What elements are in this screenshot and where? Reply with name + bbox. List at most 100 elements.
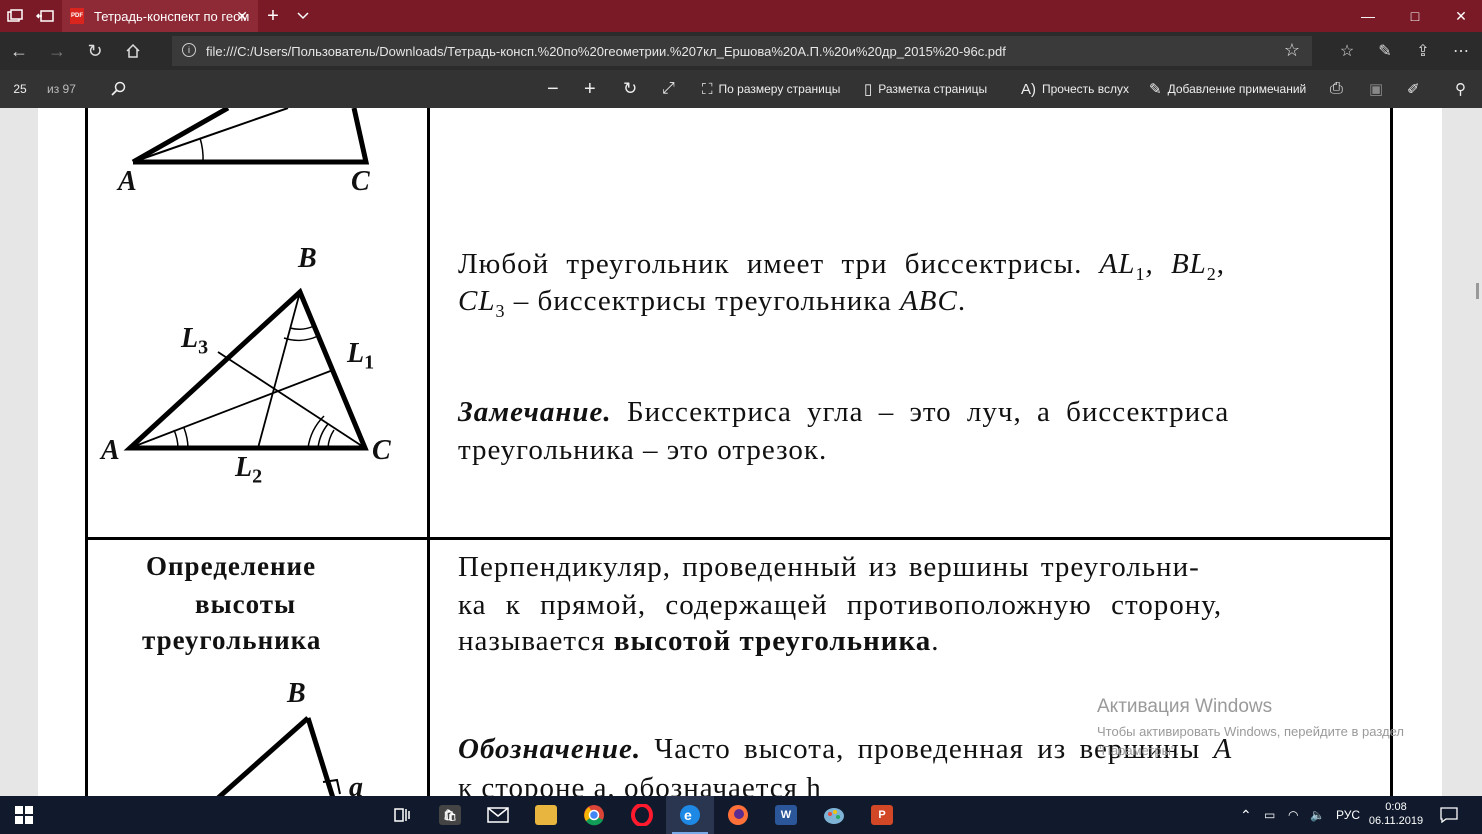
clock-time: 0:08 xyxy=(1385,801,1407,813)
table-right-border xyxy=(1390,108,1393,796)
print-icon[interactable]: ⎙ xyxy=(1330,70,1343,108)
tab-title: Тетрадь-конспект по геом xyxy=(94,8,250,24)
pen-icon: ✎ xyxy=(1149,81,1162,98)
vertex-label-b: B xyxy=(298,243,317,274)
address-bar[interactable]: i file:///C:/Users/Пользователь/Download… xyxy=(172,36,1312,66)
paint-icon[interactable] xyxy=(810,796,858,834)
tab-preview-chevron-icon[interactable] xyxy=(288,0,318,32)
save-icon[interactable]: ▣ xyxy=(1369,70,1383,108)
more-icon[interactable]: ⋯ xyxy=(1442,32,1480,70)
store-icon[interactable]: 🛍 xyxy=(426,796,474,834)
remark-line1: Замечание. Биссектриса угла – это луч, а… xyxy=(458,396,1230,428)
file-explorer-icon[interactable] xyxy=(522,796,570,834)
clock-date: 06.11.2019 xyxy=(1368,815,1424,827)
fullscreen-icon[interactable]: ⤢ xyxy=(662,70,675,108)
back-arrow-icon[interactable]: ← xyxy=(0,32,38,70)
notifications-icon[interactable] xyxy=(1440,796,1458,834)
height-def-title-1: Определение xyxy=(146,551,317,581)
opera-icon[interactable] xyxy=(618,796,666,834)
notes-pen-icon[interactable]: ✎ xyxy=(1366,32,1404,70)
start-button[interactable] xyxy=(0,796,48,834)
activation-watermark-title: Активация Windows xyxy=(1097,696,1273,717)
close-tab-icon[interactable]: ✕ xyxy=(236,8,248,25)
set-tabs-aside-icon[interactable] xyxy=(30,0,60,32)
point-label-l1: L1 xyxy=(347,338,375,374)
rotate-icon[interactable]: ↻ xyxy=(623,70,637,108)
read-aloud-label: Прочесть вслух xyxy=(1042,82,1129,96)
notation-title: Обозначение. xyxy=(458,733,642,765)
page-layout-label: Разметка страницы xyxy=(878,82,988,96)
powerpoint-app-icon[interactable]: P xyxy=(858,796,906,834)
pdf-page: A C B A C L3 L1 L2 Любой треугольник име… xyxy=(38,108,1442,796)
taskbar: 🛍 e W P ⌃ ▭ ◠ 🔈 РУС 0:08 06.11.2019 xyxy=(0,796,1482,834)
height-def-line3: называется высотой треугольника. xyxy=(458,625,940,657)
vertex-label-c-top: C xyxy=(351,166,370,197)
tray-chevron-icon[interactable]: ⌃ xyxy=(1240,796,1252,834)
zoom-out-icon[interactable]: − xyxy=(547,70,559,108)
page-layout-icon: ▯ xyxy=(864,81,873,98)
point-label-l2: L2 xyxy=(235,452,263,488)
remark-title: Замечание. xyxy=(458,396,612,428)
tab-active[interactable]: PDF Тетрадь-конспект по геом ✕ xyxy=(62,0,258,32)
powerpoint-app-label: P xyxy=(871,805,893,825)
scrollbar-thumb[interactable] xyxy=(1476,283,1479,299)
point-label-l3: L3 xyxy=(181,323,209,359)
chrome-icon[interactable] xyxy=(570,796,618,834)
height-def-title-2: высоты xyxy=(195,589,297,619)
battery-icon[interactable]: ▭ xyxy=(1264,796,1275,834)
favorite-star-icon[interactable]: ☆ xyxy=(1284,40,1300,61)
forward-arrow-icon[interactable]: → xyxy=(38,32,76,70)
edge-icon[interactable]: e xyxy=(666,796,714,834)
volume-icon[interactable]: 🔈 xyxy=(1310,796,1325,834)
maximize-button[interactable]: □ xyxy=(1392,0,1438,32)
pin-toolbar-icon[interactable]: ⚲ xyxy=(1455,70,1466,108)
notation-line2: к стороне a, обозначается h xyxy=(458,772,822,796)
read-aloud-button[interactable]: A) Прочесть вслух xyxy=(1021,70,1129,108)
title-bar: PDF Тетрадь-конспект по геом ✕ + — □ ✕ xyxy=(0,0,1482,32)
pdf-icon: PDF xyxy=(70,8,84,24)
vertex-label-a: A xyxy=(101,435,120,466)
close-button[interactable]: ✕ xyxy=(1438,0,1482,32)
home-icon[interactable] xyxy=(114,32,152,70)
fit-page-label: По размеру страницы xyxy=(718,82,841,96)
add-notes-button[interactable]: ✎ Добавление примечаний xyxy=(1149,70,1306,108)
wifi-icon[interactable]: ◠ xyxy=(1288,796,1298,834)
save-as-icon[interactable]: ✐ xyxy=(1407,70,1420,108)
page-layout-button[interactable]: ▯ Разметка страницы xyxy=(864,70,987,108)
minimize-button[interactable]: — xyxy=(1345,0,1391,32)
search-icon[interactable] xyxy=(110,70,126,108)
page-number-input[interactable]: 25 xyxy=(6,70,34,108)
height-vertex-label-b: B xyxy=(287,678,306,709)
pdf-viewer[interactable]: A C B A C L3 L1 L2 Любой треугольник име… xyxy=(0,108,1482,796)
navigation-bar: ← → ↻ i file:///C:/Users/Пользователь/Do… xyxy=(0,32,1482,70)
clock[interactable]: 0:08 06.11.2019 xyxy=(1366,800,1426,828)
info-icon[interactable]: i xyxy=(182,43,196,57)
word-app-label: W xyxy=(775,805,797,825)
mail-icon[interactable] xyxy=(474,796,522,834)
vertex-label-c: C xyxy=(372,435,391,466)
table-left-border xyxy=(85,108,88,796)
new-tab-icon[interactable]: + xyxy=(258,0,288,32)
firefox-icon[interactable] xyxy=(714,796,762,834)
url-text: file:///C:/Users/Пользователь/Downloads/… xyxy=(206,43,1006,59)
partial-triangle-figure xyxy=(131,108,370,165)
language-indicator[interactable]: РУС xyxy=(1336,796,1360,834)
table-middle-border xyxy=(427,108,430,796)
bisector-text-line1: Любой треугольник имеет три биссектрисы.… xyxy=(458,248,1226,284)
word-app-icon[interactable]: W xyxy=(762,796,810,834)
read-aloud-icon: A) xyxy=(1021,80,1036,98)
zoom-in-icon[interactable]: + xyxy=(584,70,596,108)
height-side-label-a: a xyxy=(349,772,363,796)
tab-actions-icon[interactable] xyxy=(0,0,30,32)
remark-line2: треугольника – это отрезок. xyxy=(458,434,828,466)
height-def-line2: ка к прямой, содержащей противоположную … xyxy=(458,589,1223,621)
refresh-icon[interactable]: ↻ xyxy=(76,32,114,70)
add-notes-label: Добавление примечаний xyxy=(1167,82,1307,96)
favorites-icon[interactable]: ☆ xyxy=(1328,32,1366,70)
fit-page-button[interactable]: ⛶ По размеру страницы xyxy=(702,70,840,108)
height-def-title-3: треугольника xyxy=(142,625,322,655)
share-icon[interactable]: ⇪ xyxy=(1404,32,1442,70)
task-view-icon[interactable] xyxy=(378,796,426,834)
vertex-label-a-top: A xyxy=(118,166,137,197)
activation-watermark-subtitle: Чтобы активировать Windows, перейдите в … xyxy=(1097,724,1404,758)
